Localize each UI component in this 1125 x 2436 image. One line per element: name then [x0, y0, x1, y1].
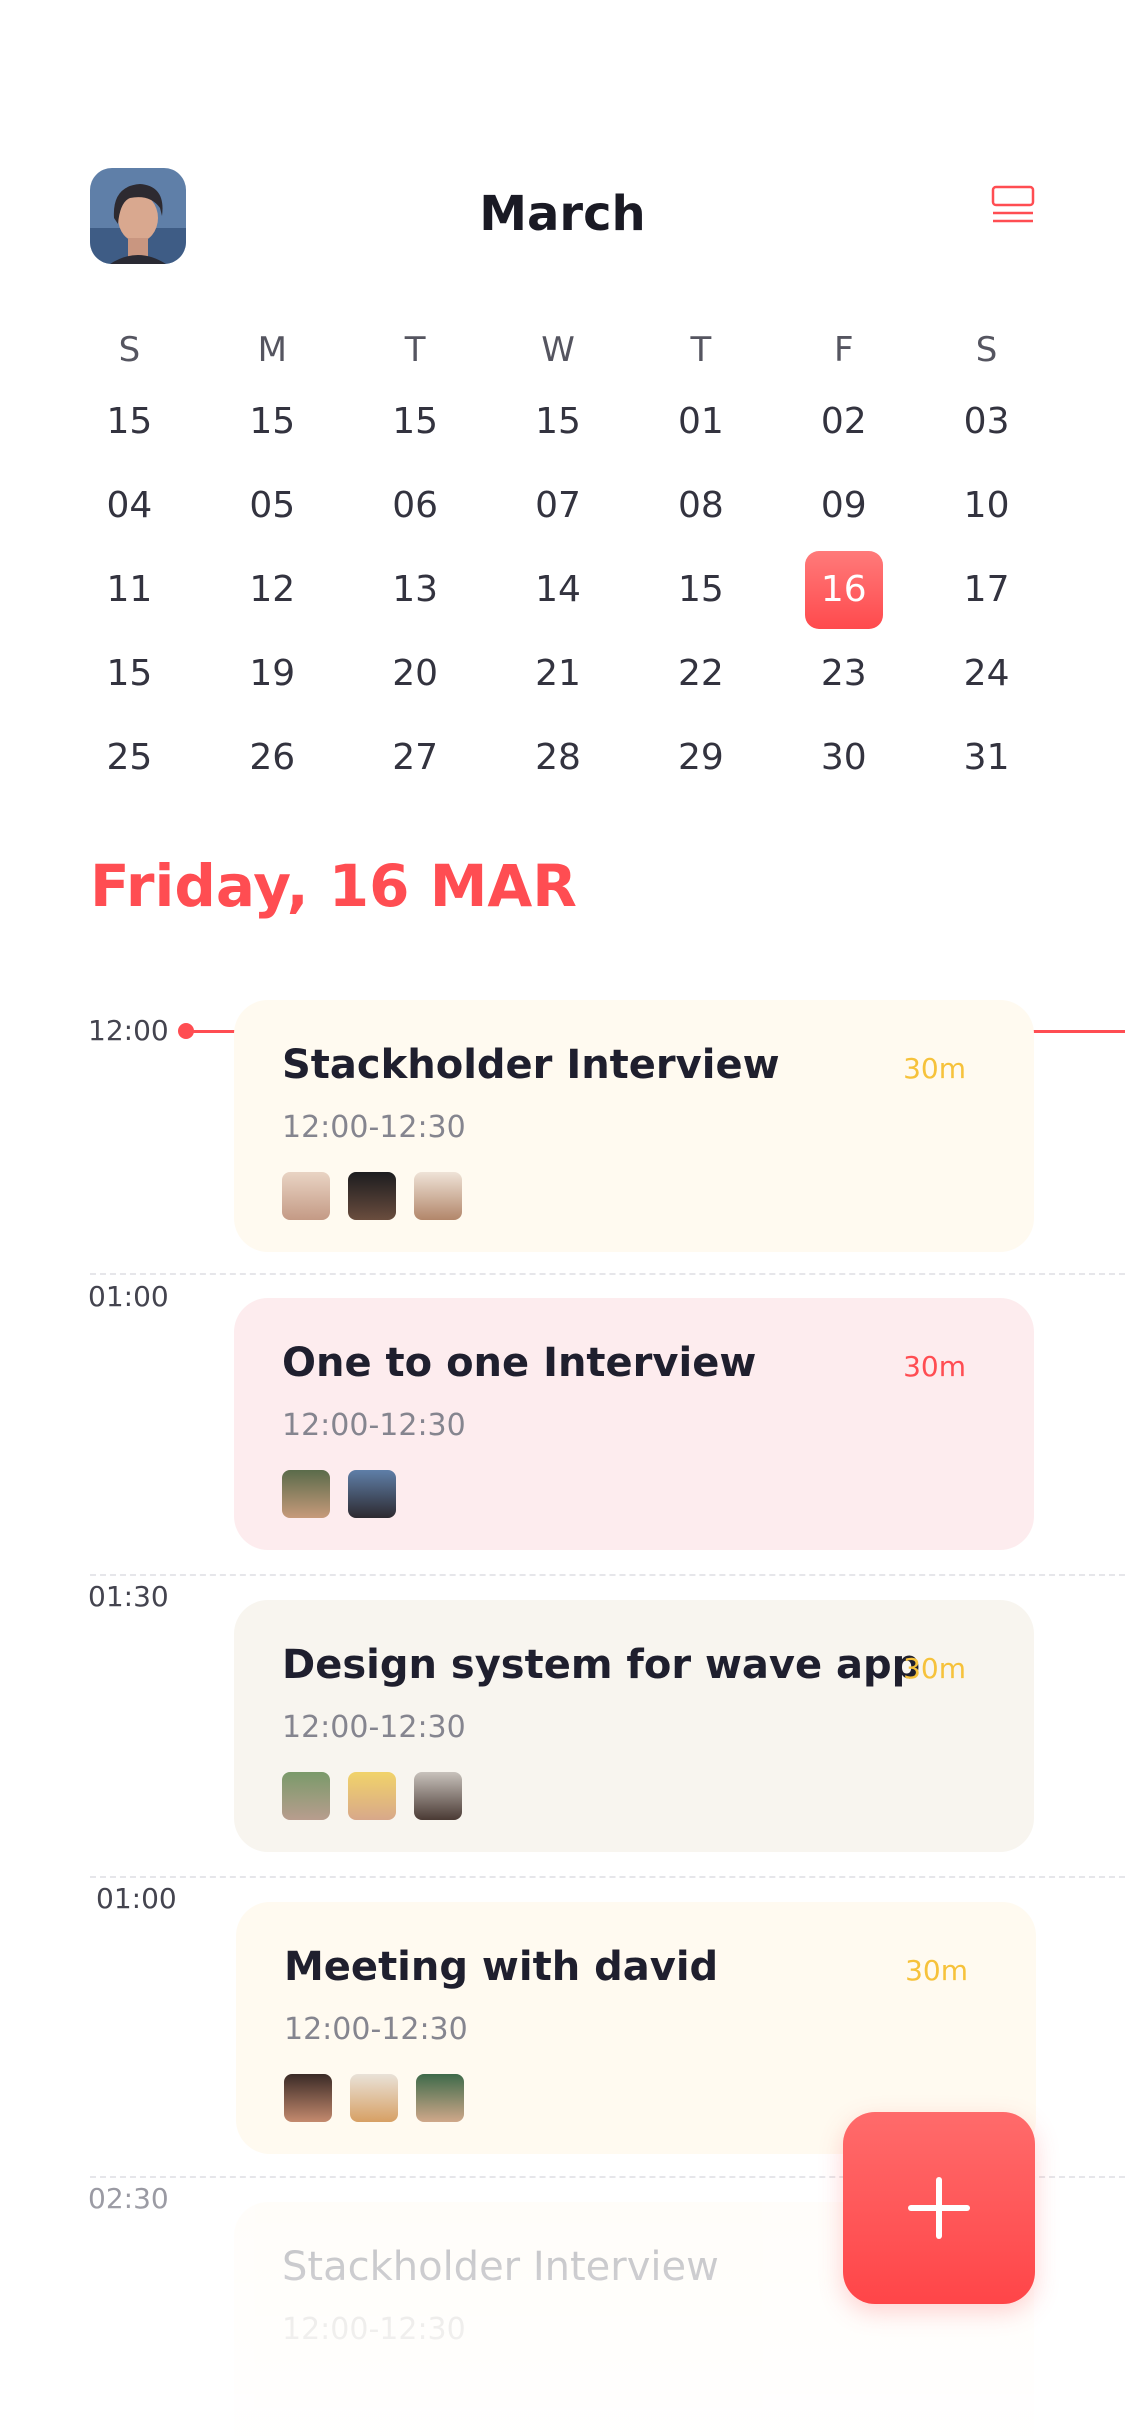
time-label: 01:00: [96, 1882, 177, 1915]
attendee-avatar[interactable]: [414, 1172, 462, 1220]
weekday-label: M: [257, 330, 287, 370]
time-label: 01:00: [88, 1280, 169, 1313]
hour-divider: [90, 1273, 1125, 1275]
attendee-avatar[interactable]: [348, 1772, 396, 1820]
calendar-week: 15 15 15 15 01 02 03: [58, 380, 1058, 464]
attendee-avatar[interactable]: [416, 2074, 464, 2122]
calendar-day[interactable]: 30: [772, 719, 915, 797]
weekday-label: S: [975, 330, 998, 370]
attendee-avatar[interactable]: [282, 1172, 330, 1220]
calendar-day[interactable]: 07: [487, 467, 630, 545]
attendees: [282, 1772, 480, 1820]
event-duration: 30m: [903, 1350, 966, 1383]
attendees: [282, 1172, 480, 1220]
event-time: 12:00-12:30: [282, 1710, 466, 1745]
event-title: Stackholder Interview: [282, 2244, 719, 2290]
event-card[interactable]: One to one Interview 30m 12:00-12:30: [234, 1298, 1034, 1550]
weekday-label: F: [833, 330, 854, 370]
calendar-day[interactable]: 24: [915, 635, 1058, 713]
attendee-avatar[interactable]: [350, 2074, 398, 2122]
weekday-label: W: [541, 330, 575, 370]
calendar-day[interactable]: 25: [58, 719, 201, 797]
calendar-day[interactable]: 27: [344, 719, 487, 797]
calendar-day[interactable]: 03: [915, 383, 1058, 461]
calendar-day[interactable]: 15: [58, 383, 201, 461]
event-time: 12:00-12:30: [282, 2312, 466, 2347]
weekday-header: S M T W T F S: [58, 320, 1058, 380]
attendees: [282, 1470, 414, 1518]
calendar-day[interactable]: 21: [487, 635, 630, 713]
event-card[interactable]: Design system for wave app 30m 12:00-12:…: [234, 1600, 1034, 1852]
event-card[interactable]: Stackholder Interview 30m 12:00-12:30: [234, 1000, 1034, 1252]
calendar-day[interactable]: 02: [772, 383, 915, 461]
event-duration: 30m: [905, 1954, 968, 1987]
calendar-day[interactable]: 14: [487, 551, 630, 629]
event-title: Stackholder Interview: [282, 1042, 780, 1088]
plus-icon: [908, 2177, 970, 2239]
calendar-day[interactable]: 04: [58, 467, 201, 545]
attendee-avatar[interactable]: [284, 2074, 332, 2122]
calendar-day[interactable]: 09: [772, 467, 915, 545]
calendar-day[interactable]: 23: [772, 635, 915, 713]
event-title: One to one Interview: [282, 1340, 757, 1386]
calendar-day[interactable]: 22: [629, 635, 772, 713]
time-label: 01:30: [88, 1580, 169, 1613]
weekday-label: T: [690, 330, 712, 370]
calendar-week: 25 26 27 28 29 30 31: [58, 716, 1058, 800]
event-title: Design system for wave app: [282, 1642, 921, 1688]
calendar-day[interactable]: 15: [58, 635, 201, 713]
weekday-label: S: [118, 330, 141, 370]
calendar-day[interactable]: 26: [201, 719, 344, 797]
calendar-day[interactable]: 11: [58, 551, 201, 629]
top-header: March: [0, 0, 1125, 300]
calendar-day[interactable]: 08: [629, 467, 772, 545]
weekday-label: T: [404, 330, 426, 370]
attendee-avatar[interactable]: [348, 1470, 396, 1518]
month-calendar: S M T W T F S 15 15 15 15 01 02 03 04 05…: [58, 320, 1058, 800]
time-label: 12:00: [88, 1014, 169, 1047]
calendar-day[interactable]: 28: [487, 719, 630, 797]
attendees: [284, 2074, 482, 2122]
event-time: 12:00-12:30: [282, 1110, 466, 1145]
calendar-day[interactable]: 12: [201, 551, 344, 629]
hour-divider: [90, 1574, 1125, 1576]
calendar-day[interactable]: 17: [915, 551, 1058, 629]
calendar-day[interactable]: 10: [915, 467, 1058, 545]
calendar-day[interactable]: 01: [629, 383, 772, 461]
calendar-day[interactable]: 06: [344, 467, 487, 545]
hour-divider: [90, 1876, 1125, 1878]
add-event-button[interactable]: [843, 2112, 1035, 2304]
calendar-day[interactable]: 15: [629, 551, 772, 629]
calendar-day[interactable]: 15: [344, 383, 487, 461]
calendar-day[interactable]: 29: [629, 719, 772, 797]
calendar-week: 04 05 06 07 08 09 10: [58, 464, 1058, 548]
time-label: 02:30: [88, 2182, 169, 2215]
event-time: 12:00-12:30: [282, 1408, 466, 1443]
list-view-icon[interactable]: [990, 184, 1036, 230]
calendar-day[interactable]: 15: [487, 383, 630, 461]
attendee-avatar[interactable]: [282, 1772, 330, 1820]
event-duration: 30m: [903, 1652, 966, 1685]
calendar-day[interactable]: 19: [201, 635, 344, 713]
selected-day-title: Friday, 16 MAR: [90, 852, 577, 920]
calendar-day[interactable]: 31: [915, 719, 1058, 797]
calendar-day[interactable]: 05: [201, 467, 344, 545]
calendar-week: 15 19 20 21 22 23 24: [58, 632, 1058, 716]
calendar-day[interactable]: 15: [201, 383, 344, 461]
month-title: March: [479, 186, 646, 242]
calendar-day-selected[interactable]: 16: [772, 551, 915, 629]
attendee-avatar[interactable]: [348, 1172, 396, 1220]
event-title: Meeting with david: [284, 1944, 719, 1990]
calendar-day[interactable]: 13: [344, 551, 487, 629]
event-time: 12:00-12:30: [284, 2012, 468, 2047]
attendee-avatar[interactable]: [282, 1470, 330, 1518]
attendee-avatar[interactable]: [414, 1772, 462, 1820]
calendar-week: 11 12 13 14 15 16 17: [58, 548, 1058, 632]
calendar-day[interactable]: 20: [344, 635, 487, 713]
event-duration: 30m: [903, 1052, 966, 1085]
